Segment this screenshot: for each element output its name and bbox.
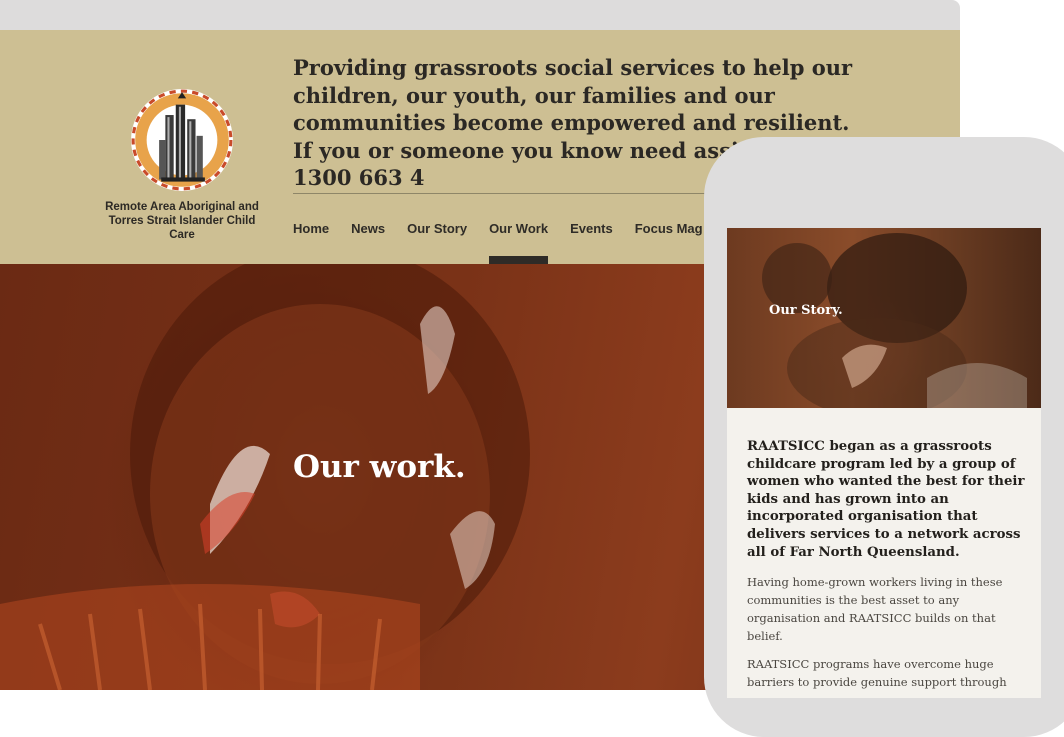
nav-item-home[interactable]: Home — [293, 221, 329, 236]
main-nav: Home News Our Story Our Work Events Focu… — [293, 221, 725, 264]
nav-item-our-story[interactable]: Our Story — [407, 221, 467, 236]
nav-item-news[interactable]: News — [351, 221, 385, 236]
mobile-lead-paragraph: RAATSICC began as a grassroots childcare… — [747, 439, 1025, 560]
mobile-hero-banner: Our Story. — [727, 228, 1041, 408]
org-name: Remote Area Aboriginal and Torres Strait… — [105, 201, 259, 241]
nav-item-events[interactable]: Events — [570, 221, 613, 236]
mobile-hero-photo-image — [762, 233, 1027, 408]
logo[interactable]: Remote Area Aboriginal and Torres Strait… — [100, 88, 264, 242]
nav-item-focus-mag[interactable]: Focus Mag — [635, 221, 703, 236]
mobile-hero-title: Our Story. — [769, 303, 843, 318]
organisation-logo-icon — [131, 89, 233, 191]
mobile-content: RAATSICC began as a grassroots childcare… — [747, 438, 1027, 698]
hero-title: Our work. — [293, 449, 466, 485]
nav-item-our-work[interactable]: Our Work — [489, 221, 549, 264]
mobile-paragraph: Having home-grown workers living in thes… — [747, 575, 1003, 644]
header-divider — [293, 193, 723, 194]
mobile-screen: Our Story. RAATSICC began as a grassroot… — [727, 228, 1041, 698]
mobile-paragraph: RAATSICC programs have overcome huge bar… — [747, 657, 1007, 690]
